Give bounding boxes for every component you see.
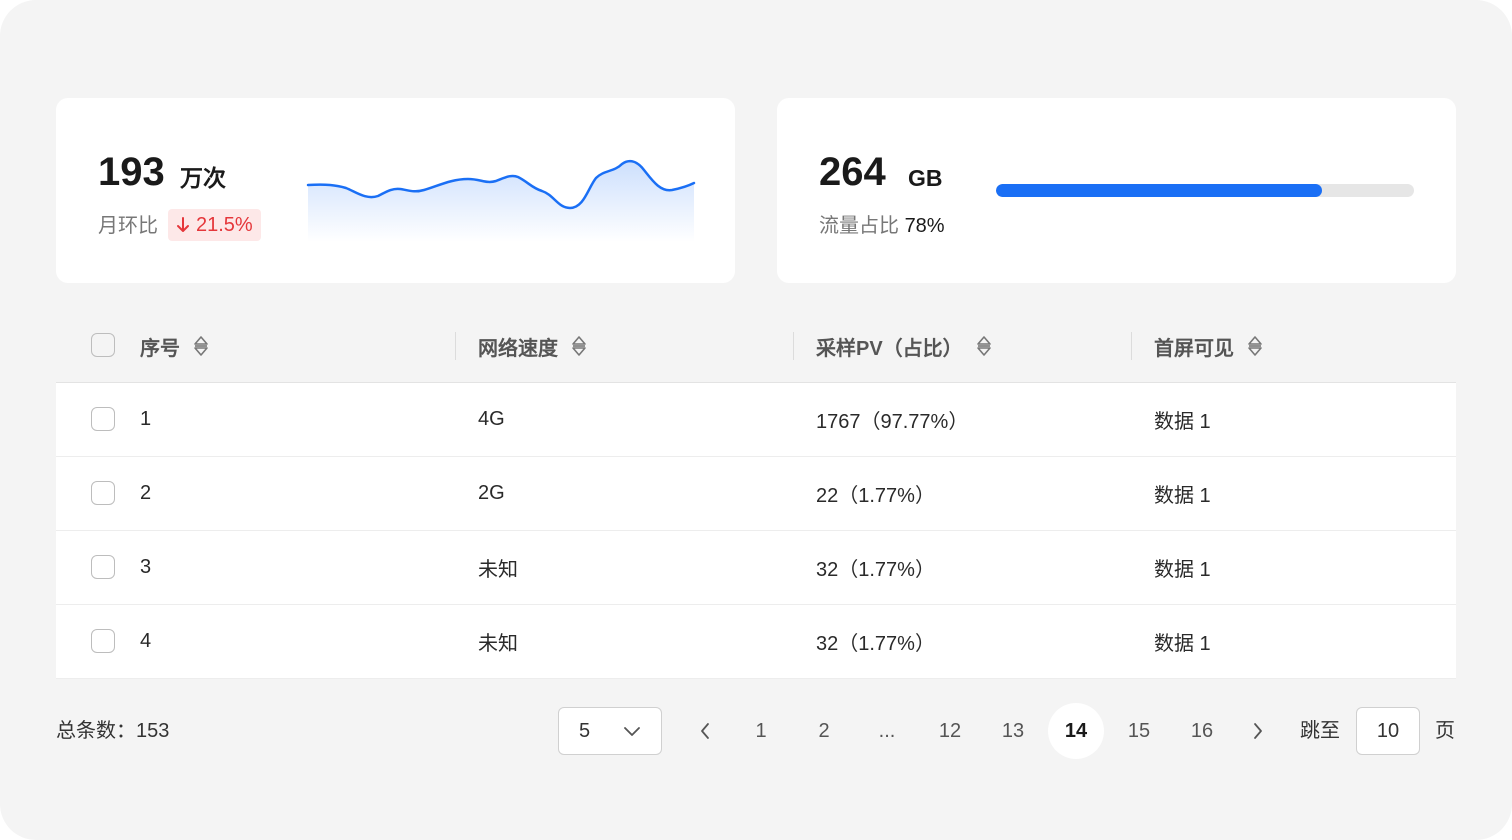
prev-page-button[interactable] xyxy=(677,703,733,759)
mom-change-value: 21.5% xyxy=(196,214,253,236)
cell-sample-pv: 32（1.77%） xyxy=(816,559,935,581)
header-sample-pv[interactable]: 采样PV（占比） xyxy=(816,310,993,382)
visits-trend-sparkline xyxy=(306,159,696,242)
page-size-value: 5 xyxy=(579,719,591,742)
chevron-right-icon xyxy=(1254,723,1262,739)
cell-network-speed: 4G xyxy=(478,408,505,430)
table-row[interactable]: 3 未知 32（1.77%） 数据 1 xyxy=(56,531,1456,605)
page-size-select[interactable]: 5 xyxy=(558,707,662,755)
traffic-card: 264 GB 流量占比 78% xyxy=(777,98,1456,283)
column-divider[interactable] xyxy=(1131,332,1132,360)
traffic-value: 264 xyxy=(819,150,886,194)
jump-to-label: 跳至 xyxy=(1300,720,1340,742)
total-count: 总条数：153 xyxy=(56,720,170,742)
traffic-progress-fill xyxy=(996,184,1323,197)
sort-icon[interactable] xyxy=(570,334,588,358)
sort-icon[interactable] xyxy=(192,334,210,358)
cell-sample-pv: 1767（97.77%） xyxy=(816,411,969,433)
data-table: 序号 网络速度 采样PV（占比） 首屏可见 1 4G 1767（97.77%） … xyxy=(56,310,1456,679)
traffic-share: 流量占比 78% xyxy=(819,212,945,240)
traffic-unit: GB xyxy=(908,165,943,191)
row-checkbox[interactable] xyxy=(91,406,115,431)
cell-network-speed: 未知 xyxy=(478,633,518,655)
table-row[interactable]: 1 4G 1767（97.77%） 数据 1 xyxy=(56,383,1456,457)
row-checkbox[interactable] xyxy=(91,628,115,653)
page-button-1[interactable]: 1 xyxy=(733,703,789,759)
select-all-checkbox[interactable] xyxy=(91,333,115,357)
chevron-left-icon xyxy=(701,723,709,739)
page-button-15[interactable]: 15 xyxy=(1111,703,1167,759)
row-checkbox[interactable] xyxy=(91,554,115,579)
mom-label: 月环比 xyxy=(98,215,158,237)
table-row[interactable]: 2 2G 22（1.77%） 数据 1 xyxy=(56,457,1456,531)
cell-first-screen: 数据 1 xyxy=(1154,485,1211,507)
chevron-down-icon xyxy=(624,727,640,736)
cell-network-speed: 未知 xyxy=(478,559,518,581)
traffic-share-label: 流量占比 xyxy=(819,215,899,237)
table-row[interactable]: 4 未知 32（1.77%） 数据 1 xyxy=(56,605,1456,679)
cell-index: 2 xyxy=(140,482,152,504)
sort-icon[interactable] xyxy=(975,334,993,358)
column-divider[interactable] xyxy=(455,332,456,360)
sort-icon[interactable] xyxy=(1246,334,1264,358)
page-button-13[interactable]: 13 xyxy=(985,703,1041,759)
pagination-bar: 总条数：153 5 1 2 ... 12 13 14 15 16 跳至 页 xyxy=(56,703,1456,759)
visits-value: 193 xyxy=(98,150,165,194)
mom-change-badge: 21.5% xyxy=(168,209,261,241)
cell-first-screen: 数据 1 xyxy=(1154,559,1211,581)
next-page-button[interactable] xyxy=(1230,703,1286,759)
header-first-screen-label: 首屏可见 xyxy=(1154,337,1234,360)
cell-index: 1 xyxy=(140,408,152,430)
sparkline-area xyxy=(308,161,694,242)
visits-unit: 万次 xyxy=(180,165,226,191)
page-button-2[interactable]: 2 xyxy=(796,703,852,759)
cell-index: 3 xyxy=(140,556,152,578)
column-divider[interactable] xyxy=(793,332,794,360)
cell-network-speed: 2G xyxy=(478,482,505,504)
arrow-down-icon xyxy=(177,217,189,232)
header-index[interactable]: 序号 xyxy=(140,310,210,382)
page-button-16[interactable]: 16 xyxy=(1174,703,1230,759)
header-network-speed[interactable]: 网络速度 xyxy=(478,310,588,382)
header-first-screen[interactable]: 首屏可见 xyxy=(1154,310,1264,382)
cell-first-screen: 数据 1 xyxy=(1154,633,1211,655)
page-button-12[interactable]: 12 xyxy=(922,703,978,759)
row-checkbox[interactable] xyxy=(91,480,115,505)
traffic-progress-bar xyxy=(996,184,1414,197)
header-sample-pv-label: 采样PV（占比） xyxy=(816,337,963,360)
page-button-14-current[interactable]: 14 xyxy=(1048,703,1104,759)
table-header: 序号 网络速度 采样PV（占比） 首屏可见 xyxy=(56,310,1456,383)
cell-sample-pv: 32（1.77%） xyxy=(816,633,935,655)
cell-sample-pv: 22（1.77%） xyxy=(816,485,935,507)
dashboard-frame: 193 万次 月环比 21.5% 264 GB 流量占比 78% 序号 网络速度… xyxy=(0,0,1512,840)
cell-first-screen: 数据 1 xyxy=(1154,411,1211,433)
header-network-speed-label: 网络速度 xyxy=(478,337,558,360)
traffic-share-value: 78% xyxy=(904,215,945,237)
cell-index: 4 xyxy=(140,630,152,652)
header-index-label: 序号 xyxy=(140,337,180,360)
visits-card: 193 万次 月环比 21.5% xyxy=(56,98,735,283)
page-ellipsis[interactable]: ... xyxy=(859,703,915,759)
page-suffix-label: 页 xyxy=(1435,720,1455,742)
jump-to-page-input[interactable] xyxy=(1356,707,1420,755)
